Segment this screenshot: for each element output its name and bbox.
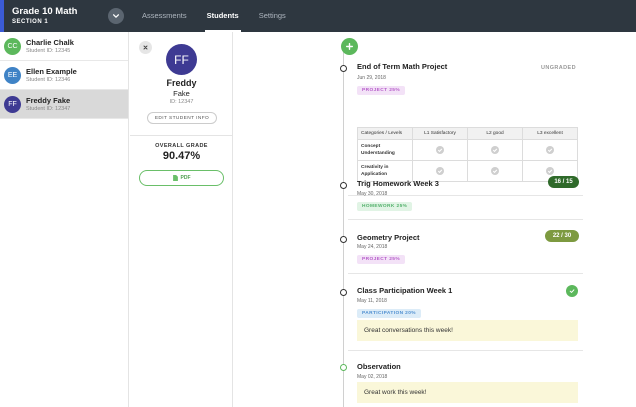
student-item-charlie-chalk[interactable]: CC Charlie Chalk Student ID: 12345 bbox=[0, 32, 128, 61]
course-title: Grade 10 Math bbox=[12, 6, 78, 17]
entry-separator bbox=[348, 219, 583, 220]
course-dropdown-button[interactable] bbox=[108, 8, 124, 24]
check-circle-icon bbox=[491, 146, 499, 154]
timeline-dot bbox=[340, 364, 347, 371]
course-header: Grade 10 Math SECTION 1 bbox=[12, 6, 77, 25]
edit-student-info-button[interactable]: EDIT STUDENT INFO bbox=[147, 112, 217, 124]
rubric-header: L2 good bbox=[467, 127, 523, 140]
category-tag: PROJECT 25% bbox=[357, 86, 405, 95]
student-name: Ellen Example bbox=[26, 67, 77, 76]
plus-icon bbox=[346, 43, 353, 50]
rubric-table: Categories / Levels L1 Satisfactory L2 g… bbox=[357, 127, 578, 182]
chevron-down-icon bbox=[112, 14, 120, 18]
add-entry-button[interactable] bbox=[341, 38, 358, 55]
profile-first-name: Freddy bbox=[166, 78, 197, 88]
student-profile-panel: FF Freddy Fake ID: 12347 EDIT STUDENT IN… bbox=[130, 32, 233, 407]
student-id: Student ID: 12346 bbox=[26, 77, 71, 83]
timeline-line bbox=[343, 52, 344, 407]
rubric-header: L1 Satisfactory bbox=[412, 127, 468, 140]
student-list: CC Charlie Chalk Student ID: 12345 EE El… bbox=[0, 32, 129, 407]
rubric-header-row: Categories / Levels L1 Satisfactory L2 g… bbox=[357, 127, 578, 140]
category-tag: HOMEWORK 25% bbox=[357, 202, 413, 211]
profile-avatar: FF bbox=[166, 44, 197, 75]
timeline-dot bbox=[340, 236, 347, 243]
student-id: Student ID: 12347 bbox=[26, 106, 71, 112]
overall-grade-value: 90.47% bbox=[162, 150, 201, 162]
student-item-ellen-example[interactable]: EE Ellen Example Student ID: 12346 bbox=[0, 61, 128, 90]
main-tabs: Assessments Students Settings bbox=[132, 0, 296, 32]
rubric-cell[interactable] bbox=[467, 160, 523, 182]
avatar: FF bbox=[4, 96, 21, 113]
assessment-timeline: End of Term Math Project UNGRADED Jun 29… bbox=[234, 32, 636, 407]
rubric-header: Categories / Levels bbox=[357, 127, 413, 140]
rubric-cell[interactable] bbox=[412, 139, 468, 161]
status-badge: UNGRADED bbox=[541, 65, 576, 71]
rubric-category: Concept Understanding bbox=[357, 139, 413, 161]
profile-last-name: Fake bbox=[173, 89, 190, 98]
check-circle-icon bbox=[491, 167, 499, 175]
document-icon bbox=[172, 175, 178, 181]
close-icon bbox=[143, 45, 148, 50]
entry-separator bbox=[348, 273, 583, 274]
avatar: CC bbox=[4, 38, 21, 55]
score-badge: 22 / 30 bbox=[545, 230, 579, 242]
check-circle-icon bbox=[436, 146, 444, 154]
entry-title[interactable]: End of Term Math Project bbox=[357, 62, 447, 71]
rubric-cell[interactable] bbox=[467, 139, 523, 161]
student-item-freddy-fake[interactable]: FF Freddy Fake Student ID: 12347 bbox=[0, 90, 128, 119]
entry-date: May 30, 2018 bbox=[357, 191, 388, 197]
score-badge: 16 / 15 bbox=[548, 176, 579, 188]
check-icon bbox=[569, 289, 575, 293]
entry-date: May 11, 2018 bbox=[357, 298, 387, 304]
entry-separator bbox=[348, 350, 583, 351]
timeline-dot bbox=[340, 289, 347, 296]
overall-grade-label: OVERALL GRADE bbox=[155, 143, 208, 149]
entry-title[interactable]: Observation bbox=[357, 362, 401, 371]
avatar: EE bbox=[4, 67, 21, 84]
table-row: Concept Understanding bbox=[357, 139, 578, 161]
category-tag: PARTICIPATION 20% bbox=[357, 309, 421, 318]
timeline-dot bbox=[340, 65, 347, 72]
profile-id: ID: 12347 bbox=[169, 99, 194, 105]
entry-title[interactable]: Class Participation Week 1 bbox=[357, 286, 452, 295]
tab-assessments[interactable]: Assessments bbox=[132, 0, 197, 32]
close-profile-button[interactable] bbox=[139, 41, 152, 54]
timeline-dot bbox=[340, 182, 347, 189]
pdf-button[interactable]: PDF bbox=[139, 170, 224, 186]
check-circle-icon bbox=[546, 146, 554, 154]
rubric-cell[interactable] bbox=[522, 139, 578, 161]
tab-settings[interactable]: Settings bbox=[249, 0, 296, 32]
student-id: Student ID: 12345 bbox=[26, 48, 71, 54]
check-circle-icon bbox=[546, 167, 554, 175]
rubric-header: L3 excellent bbox=[522, 127, 578, 140]
entry-date: Jun 29, 2018 bbox=[357, 75, 386, 81]
course-section: SECTION 1 bbox=[12, 19, 49, 25]
graded-check-badge bbox=[566, 285, 578, 297]
entry-date: May 24, 2018 bbox=[357, 244, 388, 250]
check-circle-icon bbox=[436, 167, 444, 175]
student-name: Freddy Fake bbox=[26, 96, 71, 105]
pdf-button-label: PDF bbox=[180, 175, 191, 181]
top-bar: Grade 10 Math SECTION 1 Assessments Stud… bbox=[0, 0, 636, 32]
category-tag: PROJECT 25% bbox=[357, 255, 405, 264]
entry-title[interactable]: Trig Homework Week 3 bbox=[357, 179, 439, 188]
entry-date: May 02, 2018 bbox=[357, 374, 388, 380]
tab-students[interactable]: Students bbox=[197, 0, 249, 32]
entry-title[interactable]: Geometry Project bbox=[357, 233, 420, 242]
top-bar-accent bbox=[0, 0, 4, 32]
student-name: Charlie Chalk bbox=[26, 38, 74, 47]
entry-comment: Great work this week! bbox=[357, 382, 578, 403]
divider bbox=[130, 135, 233, 136]
entry-comment: Great conversations this week! bbox=[357, 320, 578, 341]
